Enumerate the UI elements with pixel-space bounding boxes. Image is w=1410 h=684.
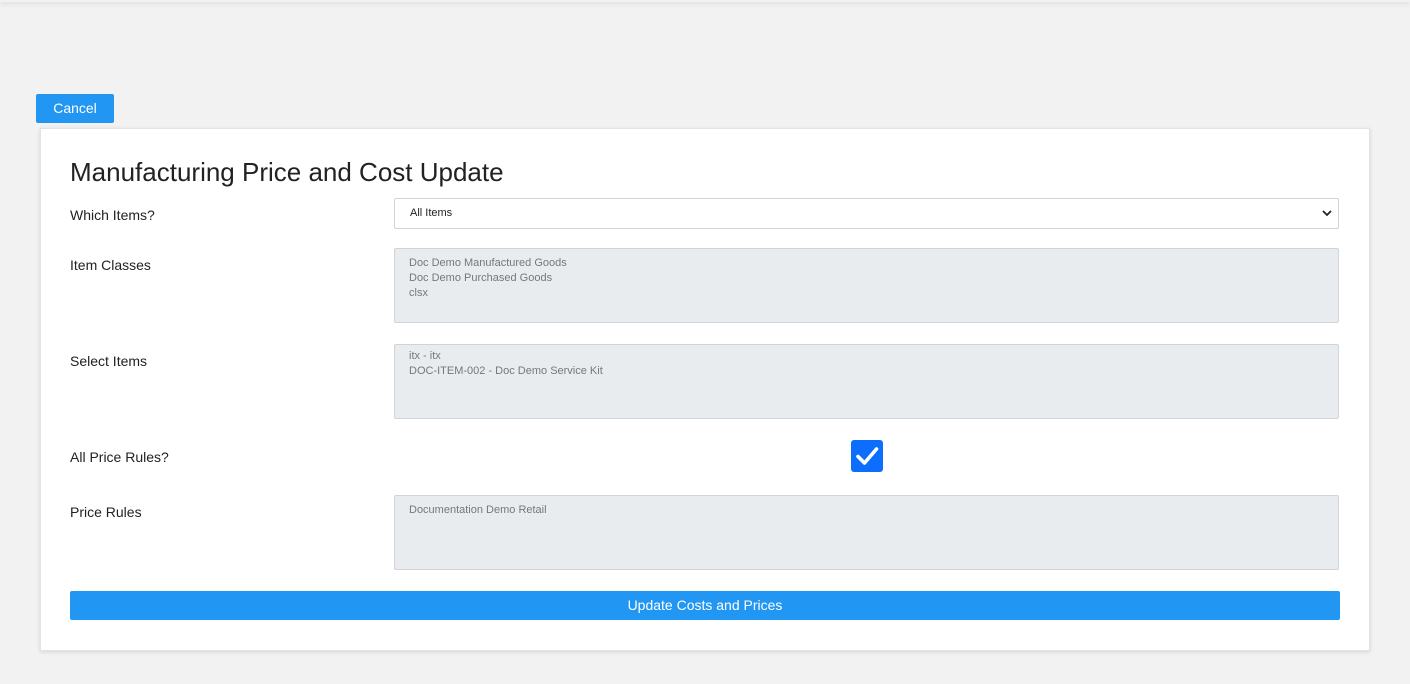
which-items-value: All Items — [410, 207, 453, 219]
update-costs-prices-button[interactable]: Update Costs and Prices — [70, 591, 1340, 620]
all-price-rules-label: All Price Rules? — [70, 449, 169, 465]
item-option: itx - itx — [409, 350, 441, 362]
item-class-option: clsx — [409, 287, 428, 299]
which-items-select[interactable]: All Items — [394, 198, 1339, 229]
top-bar — [0, 0, 1410, 2]
item-classes-listbox[interactable]: Doc Demo Manufactured Goods Doc Demo Pur… — [394, 248, 1339, 323]
all-price-rules-checkbox[interactable] — [851, 440, 883, 472]
item-class-option: Doc Demo Purchased Goods — [409, 272, 553, 284]
item-class-option: Doc Demo Manufactured Goods — [409, 257, 567, 269]
select-items-listbox[interactable]: itx - itx DOC-ITEM-002 - Doc Demo Servic… — [394, 344, 1339, 419]
page-title: Manufacturing Price and Cost Update — [70, 157, 504, 187]
price-rules-label: Price Rules — [70, 504, 142, 520]
price-cost-update-form: Manufacturing Price and Cost Update Whic… — [40, 128, 1370, 651]
price-rules-listbox[interactable]: Documentation Demo Retail — [394, 495, 1339, 570]
price-rule-option: Documentation Demo Retail — [409, 504, 547, 516]
item-classes-label: Item Classes — [70, 257, 151, 273]
check-icon — [856, 447, 879, 465]
chevron-down-icon — [1322, 210, 1332, 217]
which-items-label: Which Items? — [70, 207, 155, 223]
cancel-button[interactable]: Cancel — [36, 94, 114, 123]
select-items-label: Select Items — [70, 353, 148, 369]
item-option: DOC-ITEM-002 - Doc Demo Service Kit — [409, 365, 603, 377]
